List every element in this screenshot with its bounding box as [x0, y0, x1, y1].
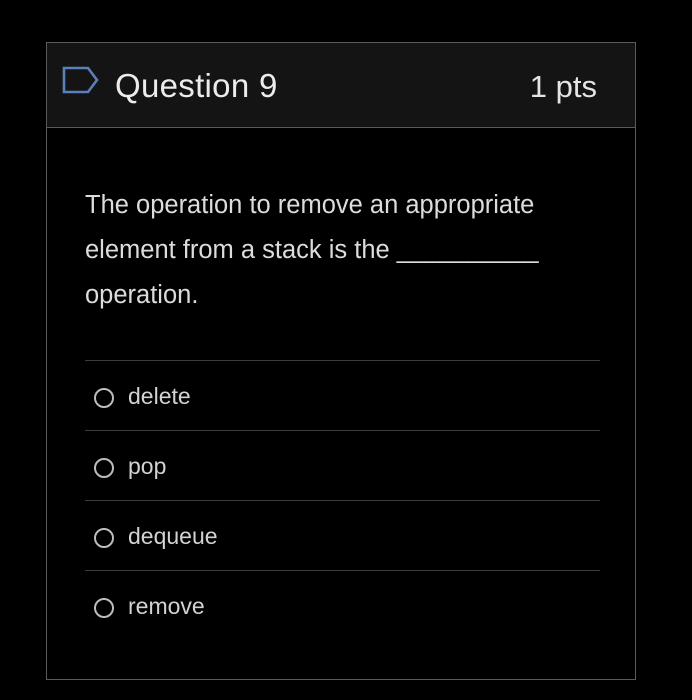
radio-button-icon[interactable]: [94, 387, 114, 408]
question-text: The operation to remove an appropriate e…: [85, 191, 539, 309]
answer-label[interactable]: dequeue: [128, 522, 218, 550]
answer-label[interactable]: delete: [128, 382, 191, 410]
answer-list: delete pop dequeue remove: [85, 360, 600, 640]
radio-button-icon[interactable]: [94, 457, 114, 478]
answer-label[interactable]: remove: [128, 592, 205, 620]
radio-button-icon[interactable]: [94, 597, 114, 618]
question-points: 1 pts: [529, 69, 597, 104]
question-title: Question 9: [115, 67, 278, 104]
question-card: Question 9 1 pts The operation to remove…: [46, 42, 636, 680]
answer-option-dequeue[interactable]: dequeue: [85, 500, 600, 570]
radio-button-icon[interactable]: [94, 527, 114, 548]
bookmark-flag-icon[interactable]: [62, 66, 100, 94]
answer-option-pop[interactable]: pop: [85, 430, 600, 500]
answer-option-delete[interactable]: delete: [85, 360, 600, 430]
question-header: Question 9 1 pts: [47, 43, 635, 128]
answer-label[interactable]: pop: [128, 452, 166, 480]
answer-option-remove[interactable]: remove: [85, 570, 600, 640]
